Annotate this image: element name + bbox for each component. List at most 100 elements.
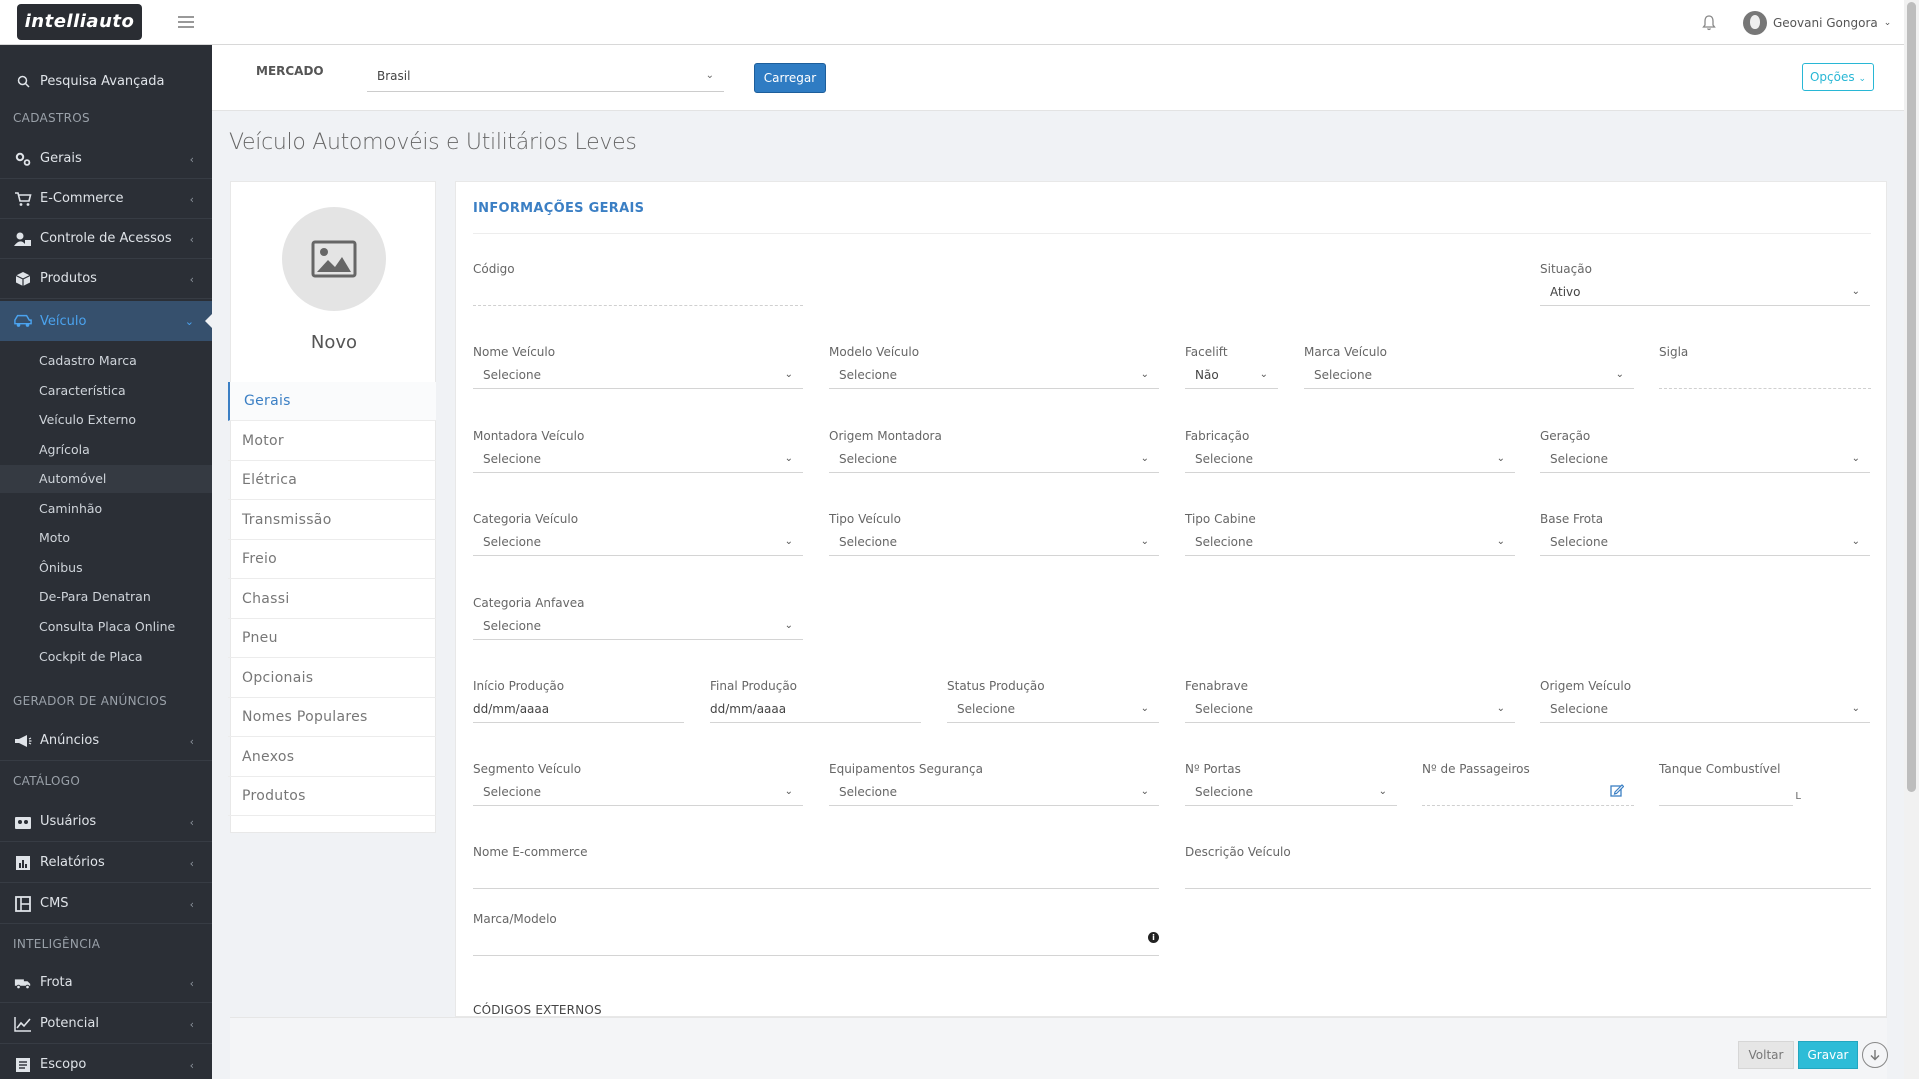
sidebar-subitem-cockpit-placa[interactable]: Cockpit de Placa — [0, 643, 212, 671]
tab-nomes-populares[interactable]: Nomes Populares — [228, 698, 436, 737]
situacao-select[interactable]: Ativo ⌄ — [1540, 285, 1870, 306]
base-frota-select[interactable]: Selecione ⌄ — [1540, 535, 1870, 556]
tab-gerais[interactable]: Gerais — [228, 382, 436, 421]
tab-produtos[interactable]: Produtos — [228, 777, 436, 816]
chevron-down-icon: ⌄ — [1496, 703, 1505, 714]
sidebar-subitem-moto[interactable]: Moto — [0, 524, 212, 552]
options-button-label: Opções — [1809, 70, 1855, 84]
tab-eletrica[interactable]: Elétrica — [228, 461, 436, 500]
edit-icon[interactable] — [1610, 784, 1624, 798]
portas-select[interactable]: Selecione ⌄ — [1185, 785, 1397, 806]
page-scrollbar[interactable] — [1904, 0, 1919, 1079]
notification-bell-icon[interactable] — [1700, 14, 1718, 32]
sidebar-item-label: Produtos — [40, 271, 97, 286]
marca-veiculo-select[interactable]: Selecione ⌄ — [1304, 368, 1634, 389]
menu-toggle-icon[interactable] — [178, 16, 194, 28]
nome-ecommerce-input[interactable] — [473, 868, 1159, 889]
sidebar-item-usuarios[interactable]: Usuários ‹ — [0, 802, 212, 842]
sidebar-item-relatorios[interactable]: Relatórios ‹ — [0, 843, 212, 883]
load-button[interactable]: Carregar — [754, 63, 826, 93]
sidebar-item-cms[interactable]: CMS ‹ — [0, 884, 212, 924]
sidebar-subitem-consulta-placa[interactable]: Consulta Placa Online — [0, 613, 212, 641]
final-producao-date[interactable]: dd/mm/aaaa — [710, 702, 921, 723]
sigla-input[interactable] — [1659, 368, 1871, 389]
fabricacao-select[interactable]: Selecione ⌄ — [1185, 452, 1515, 473]
modelo-veiculo-select[interactable]: Selecione ⌄ — [829, 368, 1159, 389]
sidebar-item-controle-acessos[interactable]: Controle de Acessos ‹ — [0, 219, 212, 259]
descricao-input[interactable] — [1185, 868, 1871, 889]
categoria-anfavea-select[interactable]: Selecione ⌄ — [473, 619, 803, 640]
sidebar: Pesquisa Avançada CADASTROS Gerais ‹ E-C… — [0, 45, 213, 1079]
sidebar-section-gerador: GERADOR DE ANÚNCIOS — [13, 694, 168, 708]
chevron-left-icon: ‹ — [189, 153, 194, 166]
sidebar-item-anuncios[interactable]: Anúncios ‹ — [0, 721, 212, 761]
market-select[interactable]: Brasil ⌄ — [367, 62, 724, 92]
sidebar-subitem-veiculo-externo[interactable]: Veículo Externo — [0, 406, 212, 434]
app-logo[interactable]: intelliauto — [17, 4, 142, 40]
montadora-select[interactable]: Selecione ⌄ — [473, 452, 803, 473]
sidebar-subitem-de-para-denatran[interactable]: De-Para Denatran — [0, 583, 212, 611]
inicio-producao-date[interactable]: dd/mm/aaaa — [473, 702, 684, 723]
sidebar-item-escopo[interactable]: Escopo ‹ — [0, 1045, 212, 1079]
sidebar-item-produtos[interactable]: Produtos ‹ — [0, 259, 212, 299]
sidebar-item-potencial[interactable]: Potencial ‹ — [0, 1004, 212, 1044]
tab-anexos[interactable]: Anexos — [228, 738, 436, 777]
tipo-cabine-select[interactable]: Selecione ⌄ — [1185, 535, 1515, 556]
vehicle-image-upload[interactable] — [282, 207, 386, 311]
facelift-select[interactable]: Não ⌄ — [1185, 368, 1278, 389]
options-button[interactable]: Opções ⌄ — [1802, 63, 1874, 91]
sidebar-subitem-onibus[interactable]: Ônibus — [0, 554, 212, 582]
back-button[interactable]: Voltar — [1738, 1041, 1794, 1069]
save-button[interactable]: Gravar — [1798, 1041, 1858, 1069]
sidebar-item-veiculo[interactable]: Veículo ⌄ — [0, 301, 213, 341]
chevron-down-icon: ⌄ — [1883, 18, 1892, 28]
geracao-select[interactable]: Selecione ⌄ — [1540, 452, 1870, 473]
field-label: Base Frota — [1540, 512, 1604, 526]
chevron-down-icon: ⌄ — [784, 620, 793, 631]
tipo-veiculo-select[interactable]: Selecione ⌄ — [829, 535, 1159, 556]
sidebar-item-search[interactable]: Pesquisa Avançada — [0, 61, 212, 101]
tab-pneu[interactable]: Pneu — [228, 619, 436, 658]
equipamentos-select[interactable]: Selecione ⌄ — [829, 785, 1159, 806]
sidebar-item-gerais[interactable]: Gerais ‹ — [0, 139, 212, 179]
sidebar-subitem-caminhao[interactable]: Caminhão — [0, 495, 212, 523]
field-tanque: Tanque Combustível L — [1659, 762, 1801, 806]
categoria-veiculo-select[interactable]: Selecione ⌄ — [473, 535, 803, 556]
marca-modelo-input[interactable]: i — [473, 932, 1159, 956]
field-tipo-cabine: Tipo Cabine Selecione ⌄ — [1185, 512, 1515, 556]
sidebar-subitem-agricola[interactable]: Agrícola — [0, 436, 212, 464]
sidebar-item-frota[interactable]: Frota ‹ — [0, 963, 212, 1003]
tanque-input[interactable]: L — [1659, 785, 1801, 806]
field-final-producao: Final Produção dd/mm/aaaa — [710, 679, 921, 723]
chevron-left-icon: ‹ — [189, 1059, 194, 1072]
info-icon[interactable]: i — [1148, 932, 1159, 943]
user-menu[interactable]: Geovani Gongora ⌄ — [1743, 10, 1891, 36]
fenabrave-select[interactable]: Selecione ⌄ — [1185, 702, 1515, 723]
field-passageiros: Nº de Passageiros — [1422, 762, 1634, 806]
sidebar-item-ecommerce[interactable]: E-Commerce ‹ — [0, 179, 212, 219]
field-origem-montadora: Origem Montadora Selecione ⌄ — [829, 429, 1159, 473]
tab-motor[interactable]: Motor — [228, 422, 436, 461]
codigo-input[interactable] — [473, 285, 803, 306]
passageiros-input[interactable] — [1422, 784, 1634, 806]
scroll-down-button[interactable] — [1862, 1042, 1888, 1068]
sidebar-subitem-automovel[interactable]: Automóvel — [0, 465, 212, 493]
field-fabricacao: Fabricação Selecione ⌄ — [1185, 429, 1515, 473]
chevron-down-icon: ⌄ — [705, 70, 714, 81]
user-lock-icon — [14, 231, 32, 247]
scrollbar-thumb[interactable] — [1907, 2, 1916, 792]
origem-montadora-select[interactable]: Selecione ⌄ — [829, 452, 1159, 473]
status-producao-select[interactable]: Selecione ⌄ — [947, 702, 1159, 723]
nome-veiculo-select[interactable]: Selecione ⌄ — [473, 368, 803, 389]
segmento-select[interactable]: Selecione ⌄ — [473, 785, 803, 806]
tab-chassi[interactable]: Chassi — [228, 580, 436, 619]
sidebar-subitem-cadastro-marca[interactable]: Cadastro Marca — [0, 347, 212, 375]
origem-veiculo-select[interactable]: Selecione ⌄ — [1540, 702, 1870, 723]
sidebar-subitem-caracteristica[interactable]: Característica — [0, 377, 212, 405]
tab-transmissao[interactable]: Transmissão — [228, 501, 436, 540]
field-label: Equipamentos Segurança — [829, 762, 983, 776]
tab-opcionais[interactable]: Opcionais — [228, 659, 436, 698]
market-select-value: Brasil — [377, 69, 411, 83]
field-inicio-producao: Início Produção dd/mm/aaaa — [473, 679, 684, 723]
tab-freio[interactable]: Freio — [228, 540, 436, 579]
